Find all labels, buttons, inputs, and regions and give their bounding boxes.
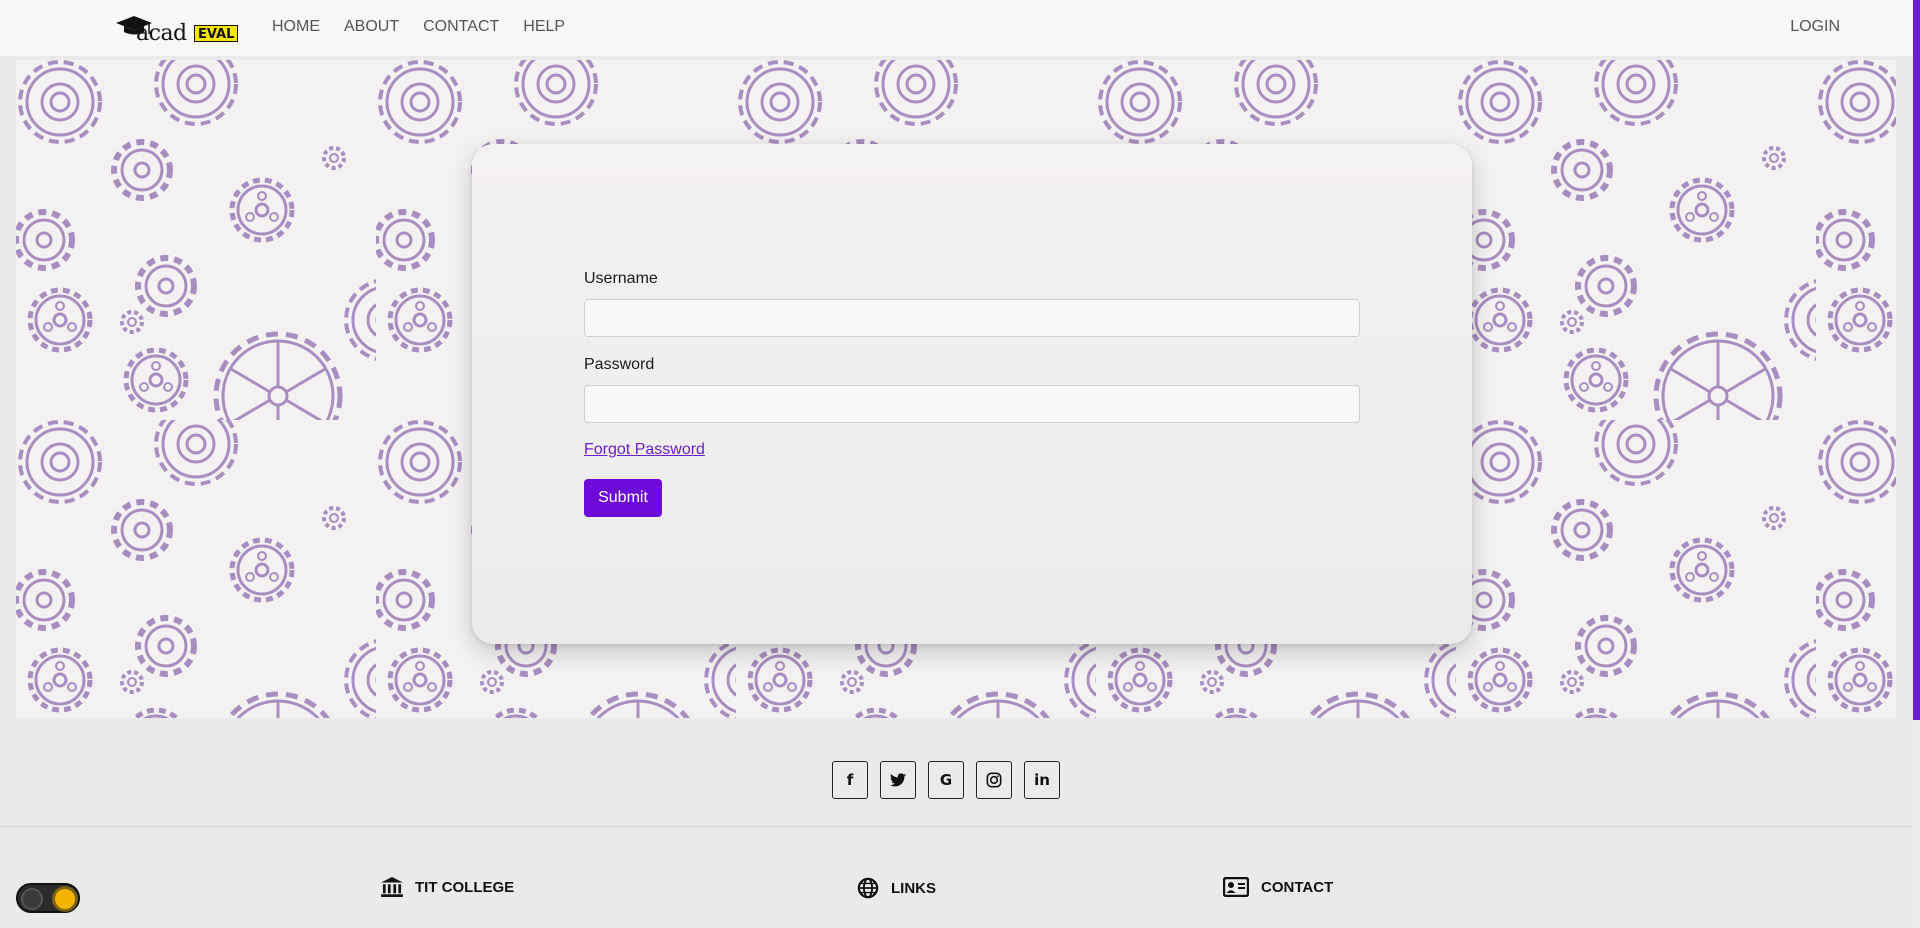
nav-links: HOME ABOUT CONTACT HELP xyxy=(272,18,589,36)
moon-icon xyxy=(21,888,43,910)
linkedin-icon[interactable]: in xyxy=(1024,761,1060,799)
google-icon[interactable]: G xyxy=(928,761,964,799)
logo-text: acad xyxy=(136,21,187,46)
hero-background: Username Password Forgot Password Submit xyxy=(16,60,1896,718)
social-links: f G in xyxy=(832,761,1060,799)
footer-contact-heading: CONTACT xyxy=(1223,877,1333,897)
footer-divider xyxy=(0,826,1913,827)
username-label: Username xyxy=(584,270,658,287)
nav-home-link[interactable]: HOME xyxy=(272,18,320,36)
footer-links-title: LINKS xyxy=(891,879,936,897)
nav-contact-link[interactable]: CONTACT xyxy=(423,18,499,36)
username-input[interactable] xyxy=(584,299,1360,337)
logo-badge: EVAL xyxy=(194,25,239,42)
contact-card-icon xyxy=(1223,877,1249,897)
scrollbar-track[interactable] xyxy=(1913,0,1920,928)
nav-about-link[interactable]: ABOUT xyxy=(344,18,399,36)
login-card: Username Password Forgot Password Submit xyxy=(472,144,1472,644)
instagram-icon[interactable] xyxy=(976,761,1012,799)
login-link[interactable]: LOGIN xyxy=(1790,18,1840,36)
brand-logo[interactable]: acad EVAL xyxy=(114,14,239,46)
nav-help-link[interactable]: HELP xyxy=(523,18,565,36)
navbar: acad EVAL HOME ABOUT CONTACT HELP LOGIN xyxy=(0,0,1913,56)
sun-icon xyxy=(55,889,75,909)
footer-contact-title: CONTACT xyxy=(1261,878,1334,896)
password-label: Password xyxy=(584,356,655,373)
theme-toggle[interactable] xyxy=(16,883,80,913)
footer-links-heading: LINKS xyxy=(857,877,936,899)
footer-college-heading: TIT COLLEGE xyxy=(381,877,514,897)
twitter-icon[interactable] xyxy=(880,761,916,799)
footer-college-title: TIT COLLEGE xyxy=(415,878,515,896)
institution-icon xyxy=(381,877,403,897)
scrollbar-thumb[interactable] xyxy=(1913,0,1920,720)
password-input[interactable] xyxy=(584,385,1360,423)
facebook-icon[interactable]: f xyxy=(832,761,868,799)
submit-button[interactable]: Submit xyxy=(584,479,662,517)
forgot-password-link[interactable]: Forgot Password xyxy=(584,441,705,459)
globe-icon xyxy=(857,877,879,899)
